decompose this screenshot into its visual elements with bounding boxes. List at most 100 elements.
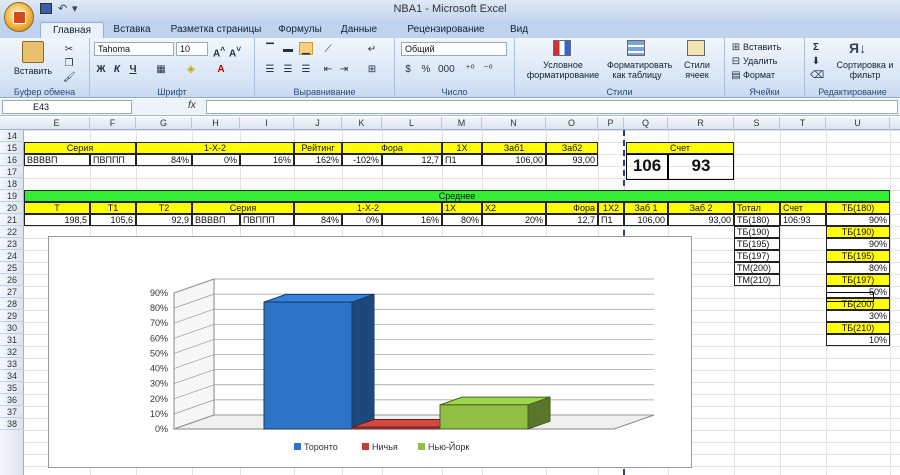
cell-h16[interactable]: 0% [192, 154, 240, 166]
merge-cells-icon[interactable]: ⊞ [365, 62, 379, 75]
font-size-select[interactable]: 10 [176, 42, 208, 56]
tab-review[interactable]: Рецензирование [390, 22, 502, 38]
column-header-l[interactable]: L [382, 117, 442, 130]
cell-o21[interactable]: 12,7 [546, 214, 598, 226]
tab-formulas[interactable]: Формулы [272, 22, 328, 38]
tab-insert[interactable]: Вставка [104, 22, 160, 38]
fill-color-icon[interactable]: ◈ [184, 62, 198, 75]
cell-x2-avg-header[interactable]: X2 [482, 202, 546, 214]
align-middle-icon[interactable]: ▬ [281, 42, 295, 55]
total-option-value[interactable]: 30% [826, 310, 890, 322]
insert-cells-button[interactable]: Вставить [743, 42, 801, 52]
cell-1x-header[interactable]: 1X [442, 142, 482, 154]
column-header-h[interactable]: H [192, 117, 240, 130]
cell-n16[interactable]: 106,00 [482, 154, 546, 166]
total-line-item[interactable]: ТБ(190) [734, 226, 780, 238]
office-button[interactable] [4, 2, 34, 32]
column-header-u[interactable]: U [826, 117, 890, 130]
column-header-s[interactable]: S [734, 117, 780, 130]
cell-zab1-avg-header[interactable]: Заб 1 [624, 202, 668, 214]
clear-icon[interactable]: ⌫ [809, 68, 824, 81]
format-as-table-button[interactable]: Форматировать как таблицу [607, 60, 672, 80]
cell-series-avg-header[interactable]: Серия [192, 202, 294, 214]
row-header-38[interactable]: 38 [0, 418, 24, 430]
cell-m16[interactable]: П1 [442, 154, 482, 166]
cell-g21[interactable]: 92,9 [136, 214, 192, 226]
cell-score-avg-header[interactable]: Счет [780, 202, 826, 214]
shrink-font-icon[interactable]: A˅ [228, 42, 242, 59]
total-line-item[interactable]: ТБ(197) [734, 250, 780, 262]
cell-average-header[interactable]: Среднее [24, 190, 890, 202]
cell-j21[interactable]: 84% [294, 214, 342, 226]
cell-g16[interactable]: 84% [136, 154, 192, 166]
format-cells-button[interactable]: Формат [743, 70, 801, 80]
save-icon[interactable] [40, 3, 52, 14]
chart[interactable]: 0% 10% 20% 30% 40% 50% 60% 70% 80% 90% Торонто Ничь… [48, 236, 692, 468]
row-header-33[interactable]: 33 [0, 358, 24, 370]
cell-fora-avg-header[interactable]: Фора [546, 202, 598, 214]
cell-k21[interactable]: 0% [342, 214, 382, 226]
cut-icon[interactable]: ✂ [62, 42, 76, 55]
cell-e16[interactable]: ВВВВП [24, 154, 90, 166]
comma-style-icon[interactable]: 000 [437, 62, 455, 75]
tab-page-layout[interactable]: Разметка страницы [160, 22, 272, 38]
cell-u21[interactable]: 90% [826, 214, 890, 226]
column-header-f[interactable]: F [90, 117, 136, 130]
cell-o16[interactable]: 93,00 [546, 154, 598, 166]
fill-icon[interactable]: ⬇ [809, 54, 823, 67]
total-option-value[interactable]: 80% [826, 262, 890, 274]
quick-access-toolbar[interactable]: ↶ ▾ [40, 3, 110, 17]
row-header-21[interactable]: 21 [0, 214, 24, 226]
undo-icon[interactable]: ↶ [58, 2, 67, 15]
row-header-15[interactable]: 15 [0, 142, 24, 154]
number-format-select[interactable]: Общий [401, 42, 507, 56]
currency-icon[interactable]: $ [401, 62, 415, 75]
column-header-r[interactable]: R [668, 117, 734, 130]
cell-zab1-header[interactable]: Заб1 [482, 142, 546, 154]
cell-h21[interactable]: ВВВВП [192, 214, 240, 226]
row-header-16[interactable]: 16 [0, 154, 24, 166]
borders-icon[interactable]: ▦ [154, 62, 168, 75]
redo-icon[interactable]: ▾ [72, 2, 78, 15]
cell-e21[interactable]: 198,5 [24, 214, 90, 226]
score-home[interactable]: 106 [626, 154, 668, 180]
cell-zab2-avg-header[interactable]: Заб 2 [668, 202, 734, 214]
total-option-label[interactable]: ТБ(210) [826, 322, 890, 334]
row-header-28[interactable]: 28 [0, 298, 24, 310]
row-header-35[interactable]: 35 [0, 382, 24, 394]
decrease-decimal-icon[interactable]: ⁻⁰ [481, 62, 495, 75]
paste-icon[interactable] [22, 41, 44, 63]
cell-k16[interactable]: -102% [342, 154, 382, 166]
column-header-i[interactable]: I [240, 117, 294, 130]
align-left-icon[interactable]: ☰ [263, 62, 277, 75]
tab-data[interactable]: Данные [328, 22, 390, 38]
column-header-j[interactable]: J [294, 117, 342, 130]
column-header-o[interactable]: O [546, 117, 598, 130]
cell-l16[interactable]: 12,7 [382, 154, 442, 166]
copy-icon[interactable]: ❐ [62, 56, 76, 69]
row-header-14[interactable]: 14 [0, 130, 24, 142]
cell-1x2-avg-header[interactable]: 1-X-2 [294, 202, 442, 214]
row-header-37[interactable]: 37 [0, 406, 24, 418]
cell-n21[interactable]: 20% [482, 214, 546, 226]
align-top-icon[interactable]: ▔ [263, 42, 277, 55]
delete-cells-button[interactable]: Удалить [743, 56, 801, 66]
row-header-36[interactable]: 36 [0, 394, 24, 406]
cell-m21[interactable]: 80% [442, 214, 482, 226]
row-header-18[interactable]: 18 [0, 178, 24, 190]
autosum-icon[interactable]: Σ [809, 40, 823, 53]
cell-styles-button[interactable]: Стили ячеек [677, 60, 717, 80]
row-header-34[interactable]: 34 [0, 370, 24, 382]
cell-tb180-header[interactable]: ТБ(180) [826, 202, 890, 214]
underline-button[interactable]: Ч [126, 62, 140, 75]
column-header-p[interactable]: P [598, 117, 624, 130]
font-name-select[interactable]: Tahoma [94, 42, 174, 56]
decrease-indent-icon[interactable]: ⇤ [321, 62, 335, 75]
total-option-label[interactable]: ТБ(190) [826, 226, 890, 238]
row-header-17[interactable]: 17 [0, 166, 24, 178]
row-header-27[interactable]: 27 [0, 286, 24, 298]
cell-fora-header[interactable]: Фора [342, 142, 442, 154]
column-header-g[interactable]: G [136, 117, 192, 130]
row-header-23[interactable]: 23 [0, 238, 24, 250]
cell-r21[interactable]: 93,00 [668, 214, 734, 226]
